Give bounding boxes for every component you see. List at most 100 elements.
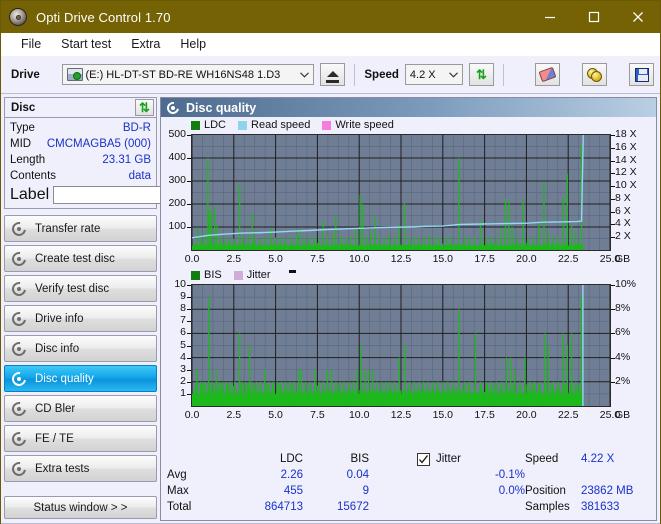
menu-start-test[interactable]: Start test [51,33,121,56]
jitter-column: Jitter -0.1% 0.0% [417,451,525,517]
drive-select[interactable]: (E:) HL-DT-ST BD-RE WH16NS48 1.D3 [61,64,315,85]
disc-icon [9,458,29,479]
tools-button[interactable] [582,63,607,86]
sidebar-item-label: Disc info [35,342,80,355]
eraser-icon [538,66,557,83]
y-axis-tick: 6 [180,326,186,339]
y-axis-tick-mark [187,204,191,205]
y2-axis-tick: 18 X [615,128,637,140]
sidebar-item-extra-tests[interactable]: Extra tests [4,455,157,482]
speed-select[interactable]: 4.2 X [404,64,463,85]
y2-axis-tick: 2 X [615,230,631,243]
toolbar-divider-1 [354,63,356,86]
samples-row: Samples 381633 [525,499,656,515]
refresh-icon: ⇅ [476,67,487,82]
disc-label-label: Label [10,186,50,203]
stats-header-row: LDC BIS [167,451,417,467]
bis-plot-area[interactable] [191,284,611,407]
speed-label: Speed [364,68,399,81]
y-axis-tick-mark [187,333,191,335]
disc-icon [9,218,29,239]
sidebar-item-transfer-rate[interactable]: Transfer rate [4,215,157,242]
sidebar-item-drive-info[interactable]: Drive info [4,305,157,332]
toolbar-divider-2 [503,63,504,86]
sidebar-item-verify-test-disc[interactable]: Verify test disc [4,275,157,302]
y-axis-tick-mark [187,357,191,359]
y2-axis-tick-mark [611,147,615,149]
main-body: Disc ⇅ Type BD-R MID CMCMAGBA5 (000) Len… [1,94,660,523]
sidebar-item-label: FE / TE [35,432,74,445]
menu-help[interactable]: Help [170,33,216,56]
ldc-plot-area[interactable] [191,134,611,251]
maximize-button[interactable] [572,1,616,33]
stats-avg-label: Avg [167,469,187,481]
sidebar-item-label: Drive info [35,312,84,325]
read-speed-legend-label: Read speed [251,119,311,131]
x-axis-tick: 0.0 [184,253,200,265]
y-axis-tick-mark [187,227,191,228]
y2-axis-tick: 8% [615,302,631,315]
y2-axis-tick: 10 X [615,179,637,192]
y2-axis-tick-mark [611,186,615,188]
y-axis-tick-mark [187,158,191,159]
disc-icon [9,278,29,299]
y2-axis-tick: 16 X [615,140,637,153]
x-axis-tick: 22.5 [557,409,579,421]
close-button[interactable] [616,1,660,33]
bis-chart-legend: BIS Jitter [191,269,296,281]
sidebar-item-disc-quality[interactable]: Disc quality [4,365,157,392]
x-axis-tick: 22.5 [557,253,579,265]
minimize-button[interactable] [528,1,572,33]
x-axis-tick: 2.5 [226,409,242,421]
menu-file[interactable]: File [11,33,51,56]
window-controls [528,1,660,33]
y-axis-tick: 10 [174,278,186,290]
drive-label: Drive [11,68,40,81]
stats-avg-bis: 0.04 [346,469,369,481]
position-row: Position 23862 MB [525,483,656,499]
disc-quality-icon [164,99,182,116]
x-axis-unit-label: GB [615,253,631,265]
y2-axis-tick: 4% [615,350,631,363]
sidebar-item-label: Disc quality [35,372,94,385]
ldc-legend-swatch [191,120,200,130]
eject-icon [326,70,339,77]
x-axis-tick: 10.0 [348,409,370,421]
bis-legend-label: BIS [204,269,222,281]
x-axis-tick: 12.5 [390,253,412,265]
save-button[interactable] [629,63,654,86]
jitter-checkbox[interactable] [417,452,430,466]
measurement-column: Speed 4.22 X Position 23862 MB Samples 3… [525,451,656,517]
disc-group-body: Type BD-R MID CMCMAGBA5 (000) Length 23.… [5,118,260,208]
sidebar-item-label: Extra tests [35,462,90,475]
y2-axis-tick-mark [611,173,615,175]
sidebar-item-create-test-disc[interactable]: Create test disc [4,245,157,272]
position-value: 23862 MB [581,485,634,497]
erase-button[interactable] [535,63,560,86]
disc-group-header: Disc ⇅ [5,98,156,118]
nav-list: Transfer rate Create test disc Verify te… [4,215,157,482]
menu-bar: File Start test Extra Help [1,33,660,56]
disc-type-value: BD-R [122,121,151,134]
save-icon [634,67,649,82]
menu-extra[interactable]: Extra [121,33,170,56]
y-axis-tick-mark [187,321,191,323]
x-axis-tick: 20.0 [516,253,537,265]
disc-icon [9,248,29,269]
y-axis-tick: 300 [168,174,186,186]
eject-button[interactable] [320,63,346,86]
jitter-legend-swatch [233,270,243,280]
sidebar-item-fe-te[interactable]: FE / TE [4,425,157,452]
chart-marker-icon [288,269,296,273]
sidebar-item-cd-bler[interactable]: CD Bler [4,395,157,422]
sidebar-item-label: Create test disc [35,252,115,265]
refresh-button[interactable]: ⇅ [469,63,494,86]
stats-max-label: Max [167,485,189,497]
sidebar-item-disc-info[interactable]: Disc info [4,335,157,362]
status-window-button[interactable]: Status window > > [4,496,157,519]
disc-row-type: Type BD-R [10,120,151,136]
disc-refresh-button[interactable]: ⇅ [135,99,154,116]
bis-legend-swatch [191,270,200,280]
y-axis-tick: 400 [168,151,186,163]
